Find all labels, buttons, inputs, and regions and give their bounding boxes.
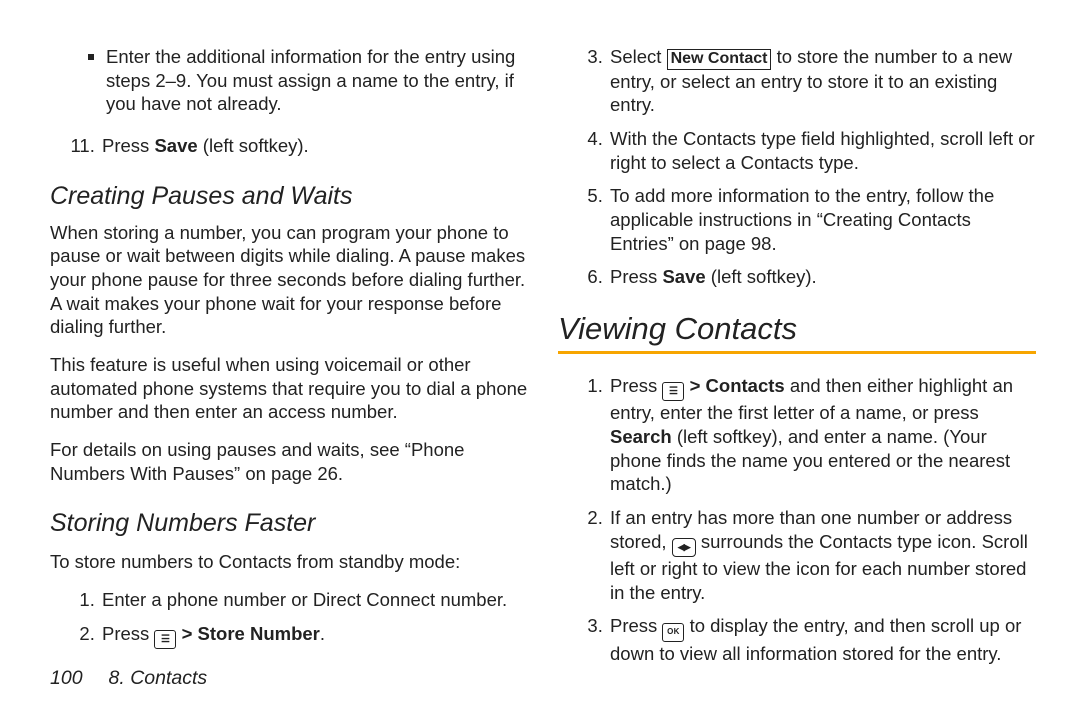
right-column: Select New Contact to store the number t…	[558, 45, 1036, 700]
save-label: Save	[154, 135, 197, 156]
menu-icon	[662, 382, 684, 401]
page-number: 100	[50, 667, 83, 689]
chapter-label: 8. Contacts	[109, 667, 208, 689]
menu-icon	[154, 630, 176, 649]
right-step-5: To add more information to the entry, fo…	[608, 184, 1036, 255]
scroll-arrows-icon	[672, 538, 696, 557]
para-pauses-2: This feature is useful when using voicem…	[50, 353, 528, 424]
heading-viewing-contacts: Viewing Contacts	[558, 311, 1036, 354]
left-column: Enter the additional information for the…	[50, 45, 528, 700]
text: (left softkey).	[706, 266, 817, 287]
step-list-11: Press Save (left softkey).	[50, 124, 528, 158]
text: Press	[610, 266, 662, 287]
sub-bullet-additional-info: Enter the additional information for the…	[78, 45, 528, 116]
text: >	[684, 375, 705, 396]
save-label: Save	[662, 266, 705, 287]
text: Press	[102, 135, 154, 156]
text: Press	[102, 623, 154, 644]
text: >	[176, 623, 197, 644]
viewing-step-2: If an entry has more than one number or …	[608, 506, 1036, 604]
para-pauses-3: For details on using pauses and waits, s…	[50, 438, 528, 485]
storing-steps: Enter a phone number or Direct Connect n…	[50, 578, 528, 649]
right-step-3: Select New Contact to store the number t…	[608, 45, 1036, 117]
ok-icon	[662, 623, 684, 642]
store-number-label: Store Number	[198, 623, 320, 644]
text: (left softkey).	[198, 135, 309, 156]
viewing-step-3: Press to display the entry, and then scr…	[608, 614, 1036, 665]
step-11: Press Save (left softkey).	[100, 134, 528, 158]
viewing-steps: Press > Contacts and then either highlig…	[558, 364, 1036, 666]
text: Select	[610, 46, 667, 67]
heading-pauses-waits: Creating Pauses and Waits	[50, 182, 528, 211]
para-pauses-1: When storing a number, you can program y…	[50, 221, 528, 339]
storing-step-1: Enter a phone number or Direct Connect n…	[100, 588, 528, 612]
contacts-label: Contacts	[706, 375, 785, 396]
text: Press	[610, 375, 662, 396]
right-step-6: Press Save (left softkey).	[608, 265, 1036, 289]
heading-storing-faster: Storing Numbers Faster	[50, 509, 528, 538]
new-contact-key: New Contact	[667, 49, 772, 70]
storing-step-2: Press > Store Number.	[100, 622, 528, 650]
right-steps-3-6: Select New Contact to store the number t…	[558, 45, 1036, 289]
text: Press	[610, 615, 662, 636]
page: Enter the additional information for the…	[0, 0, 1080, 720]
viewing-step-1: Press > Contacts and then either highlig…	[608, 374, 1036, 496]
page-footer: 100 8. Contacts	[50, 667, 207, 690]
storing-lead: To store numbers to Contacts from standb…	[50, 550, 528, 574]
right-step-4: With the Contacts type field highlighted…	[608, 127, 1036, 174]
text: .	[320, 623, 325, 644]
search-label: Search	[610, 426, 672, 447]
